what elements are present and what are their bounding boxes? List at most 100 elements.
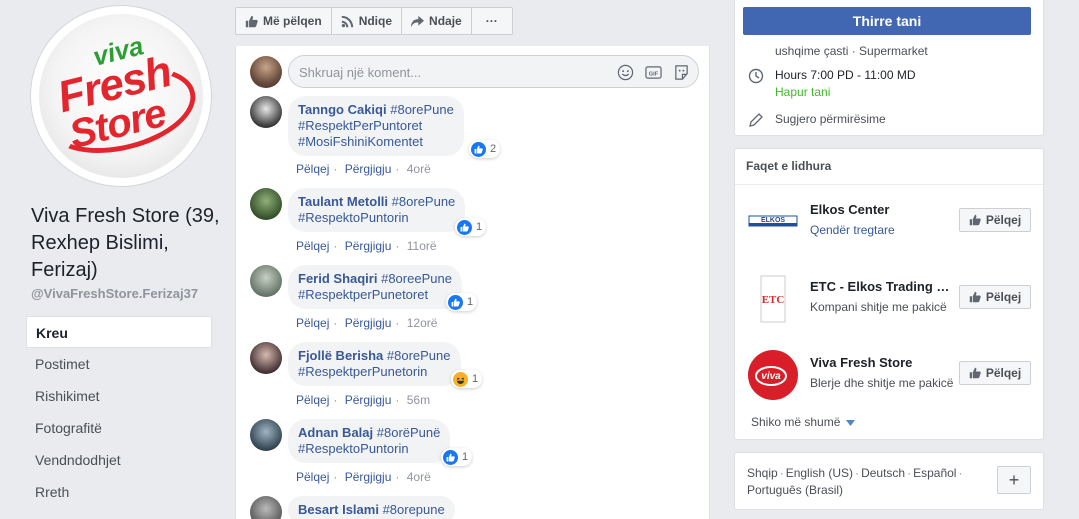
reaction-number: 2 [490,143,497,155]
comment-reply-link[interactable]: Përgjigju [345,470,392,484]
comment-bubble: Adnan Balaj #8orëPunë #RespektoPuntorin [288,419,451,463]
comment-hashtag[interactable]: #RespektoPuntorin [298,210,455,226]
comment-hashtag[interactable]: #8oreePune [381,271,452,286]
comment-hashtag[interactable]: #RespektperPunetoret [298,287,452,303]
thumbs-up-icon [969,291,981,303]
comment-hashtag[interactable]: #8orePune [390,102,454,117]
reaction-count[interactable]: 1 [455,218,487,236]
comment-reply-link[interactable]: Përgjigju [345,239,392,253]
reaction-number: 1 [462,451,469,463]
follow-button[interactable]: Ndiqe [330,7,403,35]
reaction-count[interactable]: 1 [441,448,473,466]
comment-hashtag[interactable]: #8orepune [383,502,445,517]
nav-item-about[interactable]: Rreth [26,476,212,508]
comment-like-link[interactable]: Pëlqej [296,470,329,484]
page-avatar[interactable]: viva Fresh Store [31,6,211,186]
related-page-item: viva Viva Fresh Store Blerje dhe shitje … [747,349,1037,403]
comment-author[interactable]: Besart Islami [298,502,379,517]
separator: · [779,466,784,480]
add-language-button[interactable]: + [997,466,1031,494]
like-page-button[interactable]: Më pëlqen [235,7,332,35]
commenter-avatar[interactable] [250,188,282,220]
comment-timestamp[interactable]: 4orë [407,162,431,176]
language-link[interactable]: Português (Brasil) [747,483,843,497]
comment-author[interactable]: Fjollë Berisha [298,348,383,363]
related-page-category[interactable]: Qendër tregtare [810,223,895,237]
page-title[interactable]: Viva Fresh Store (39, Rexhep Bislimi, Fe… [31,203,221,284]
language-link[interactable]: English (US) [786,466,853,480]
comment-input[interactable]: Shkruaj një koment... GIF [288,55,699,88]
nav-item-photos[interactable]: Fotografitë [26,412,212,444]
comment-hashtag[interactable]: #RespektPerPuntoret [298,118,454,134]
gif-icon[interactable]: GIF [645,64,662,81]
reaction-number: 1 [467,296,474,308]
commenter-avatar[interactable] [250,96,282,128]
share-button[interactable]: Ndaje [401,7,472,35]
comment-like-link[interactable]: Pëlqej [296,393,329,407]
language-link[interactable]: Deutsch [861,466,905,480]
more-options-button[interactable]: ··· [470,7,513,35]
like-button-label: Pëlqej [985,366,1022,380]
etc-logo[interactable]: ETC [747,273,799,325]
comment-hashtag[interactable]: #MosiFshiniKomentet [298,134,454,150]
divider [735,184,1043,185]
reaction-count[interactable]: 2 [469,140,501,158]
comment-timestamp[interactable]: 4orë [407,470,431,484]
comment-reply-link[interactable]: Përgjigju [345,316,392,330]
page-handle[interactable]: @VivaFreshStore.Ferizaj37 [31,286,198,301]
commenter-avatar[interactable] [250,342,282,374]
comment-hashtag[interactable]: #8orePune [387,348,451,363]
separator: · [395,316,400,330]
like-related-page-button[interactable]: Pëlqej [959,361,1031,385]
separator: · [855,466,860,480]
thumbs-up-icon [245,15,258,27]
nav-item-locations[interactable]: Vendndodhjet [26,444,212,476]
svg-text:GIF: GIF [649,71,659,77]
comment-timestamp[interactable]: 12orë [407,316,438,330]
related-page-name[interactable]: Elkos Center [810,202,958,217]
comment-timestamp[interactable]: 11orë [407,239,437,253]
comment-hashtag[interactable]: #8orëPunë [377,425,441,440]
like-related-page-button[interactable]: Pëlqej [959,208,1031,232]
page-category[interactable]: ushqime çasti · Supermarket [775,44,928,58]
commenter-avatar[interactable] [250,496,282,519]
sticker-icon[interactable] [673,64,690,81]
call-now-button[interactable]: Thirre tani [743,7,1031,35]
opening-hours[interactable]: Hours 7:00 PD - 11:00 MD [775,68,916,82]
nav-item-reviews[interactable]: Rishikimet [26,380,212,412]
related-page-name[interactable]: ETC - Elkos Trading Company [810,279,958,294]
like-related-page-button[interactable]: Pëlqej [959,285,1031,309]
comment-author[interactable]: Tanngo Cakiqi [298,102,387,117]
comment-hashtag[interactable]: #RespektperPunetorin [298,364,451,380]
commenter-avatar[interactable] [250,419,282,451]
current-user-avatar[interactable] [250,56,282,88]
related-page-item: ELKOS Elkos Center Qendër tregtare Pëlqe… [747,196,1037,250]
language-link[interactable]: Shqip [747,466,778,480]
comment-reply-link[interactable]: Përgjigju [345,393,392,407]
elkos-center-logo[interactable]: ELKOS [747,196,799,248]
comment-author[interactable]: Adnan Balaj [298,425,373,440]
comment-like-link[interactable]: Pëlqej [296,162,329,176]
comment-like-link[interactable]: Pëlqej [296,239,329,253]
nav-item-posts[interactable]: Postimet [26,348,212,380]
reaction-count[interactable]: 1 [446,293,478,311]
comment-hashtag[interactable]: #RespektoPuntorin [298,441,440,457]
comment-author[interactable]: Ferid Shaqiri [298,271,377,286]
haha-reaction-icon [453,371,468,387]
comment-hashtag[interactable]: #8orePune [392,194,456,209]
commenter-avatar[interactable] [250,265,282,297]
comment-reply-link[interactable]: Përgjigju [345,162,392,176]
separator: · [333,239,338,253]
reaction-count[interactable]: 1 [451,370,483,388]
see-more-link[interactable]: Shiko më shumë [751,415,855,429]
comment-like-link[interactable]: Pëlqej [296,316,329,330]
comment-author[interactable]: Taulant Metolli [298,194,388,209]
language-link[interactable]: Español [913,466,956,480]
comment-timestamp[interactable]: 56m [407,393,430,407]
suggest-edits-link[interactable]: Sugjero përmirësime [775,112,886,126]
viva-fresh-logo[interactable]: viva [747,349,799,401]
nav-item-home[interactable]: Kreu [26,316,212,348]
emoji-icon[interactable] [617,64,634,81]
related-page-name[interactable]: Viva Fresh Store [810,355,958,370]
related-page-category: Blerje dhe shitje me pakicë [810,376,954,390]
